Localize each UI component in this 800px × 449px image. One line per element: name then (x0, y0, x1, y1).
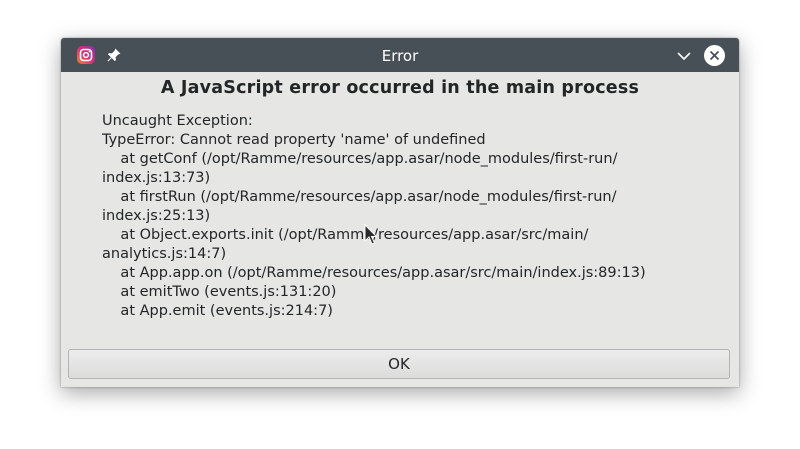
message-line: index.js:13:73) (102, 170, 211, 186)
window-title: Error (381, 47, 419, 65)
message-line: Uncaught Exception: (102, 113, 253, 129)
message-line: TypeError: Cannot read property 'name' o… (102, 132, 486, 148)
message-line: at firstRun (/opt/Ramme/resources/app.as… (102, 189, 617, 205)
error-dialog: Error A JavaScript error occurred in the… (61, 38, 739, 387)
ok-button[interactable]: OK (68, 349, 730, 379)
message-line: at getConf (/opt/Ramme/resources/app.asa… (102, 151, 618, 167)
message-line: index.js:25:13) (102, 208, 211, 224)
title-bar[interactable]: Error (61, 38, 739, 72)
message-line: at App.app.on (/opt/Ramme/resources/app.… (102, 265, 646, 281)
message-line: analytics.js:14:7) (102, 246, 227, 262)
mouse-cursor-icon (364, 223, 378, 246)
message-line: at App.emit (events.js:214:7) (102, 303, 333, 319)
chevron-down-icon[interactable] (675, 47, 693, 65)
message-line: at emitTwo (events.js:131:20) (102, 284, 337, 300)
error-message: Uncaught Exception: TypeError: Cannot re… (102, 112, 722, 321)
close-icon[interactable] (703, 44, 726, 67)
message-line: at Object.exports.init (/opt/Ramme/resou… (102, 227, 589, 243)
error-heading: A JavaScript error occurred in the main … (160, 78, 640, 98)
